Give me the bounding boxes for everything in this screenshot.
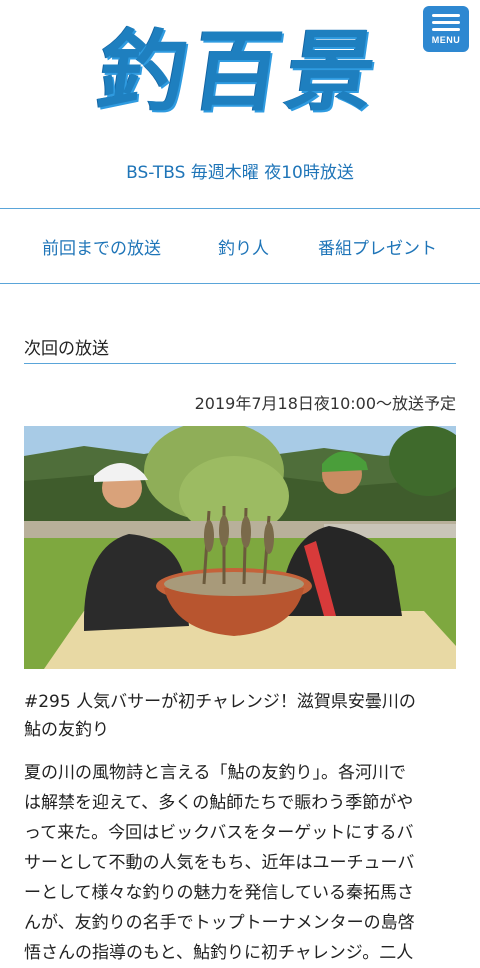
site-logo[interactable]: 釣百景 (62, 6, 418, 136)
nav-program-present[interactable]: 番組プレゼント (318, 234, 437, 259)
nav-previous-broadcasts[interactable]: 前回までの放送 (42, 234, 161, 259)
description-line: って来た。今回はビックバスをターゲットにするバ (24, 823, 414, 843)
main-nav: 前回までの放送 釣り人 番組プレゼント (0, 208, 480, 284)
episode-title: #295 人気バサーが初チャレンジ！滋賀県安曇川の 鮎の友釣り (24, 688, 456, 744)
episode-photo (24, 426, 456, 669)
broadcast-tagline: BS-TBS 毎週木曜 夜10時放送 (126, 163, 354, 183)
description-line: サーとして不動の人気をもち、近年はユーチューバ (24, 853, 415, 873)
episode-title-line: #295 人気バサーが初チャレンジ！滋賀県安曇川の (24, 692, 416, 712)
site-header: 釣百景 MENU BS-TBS 毎週木曜 夜10時放送 (0, 0, 480, 208)
logo-text: 釣百景 (91, 19, 389, 123)
description-line: 悟さんの指導のもと、鮎釣りに初チャレンジ。二人 (24, 943, 414, 963)
episode-title-line: 鮎の友釣り (24, 720, 109, 740)
air-date: 2019年7月18日夜10:00〜放送予定 (194, 394, 456, 413)
episode-description: 夏の川の風物詩と言える「鮎の友釣り」。各河川で は解禁を迎えて、多くの鮎師たちで… (24, 758, 460, 968)
section-title-next-broadcast: 次回の放送 (24, 334, 456, 364)
description-line: ーとして様々な釣りの魅力を発信している秦拓馬さ (24, 883, 414, 903)
menu-button[interactable]: MENU (423, 6, 469, 52)
description-line: は解禁を迎えて、多くの鮎師たちで賑わう季節がや (24, 793, 414, 813)
hamburger-icon (432, 14, 460, 31)
menu-label: MENU (431, 35, 461, 45)
nav-anglers[interactable]: 釣り人 (218, 234, 269, 259)
description-line: んが、友釣りの名手でトップトーナメンターの島啓 (24, 913, 415, 933)
description-line: 夏の川の風物詩と言える「鮎の友釣り」。各河川で (24, 763, 406, 783)
